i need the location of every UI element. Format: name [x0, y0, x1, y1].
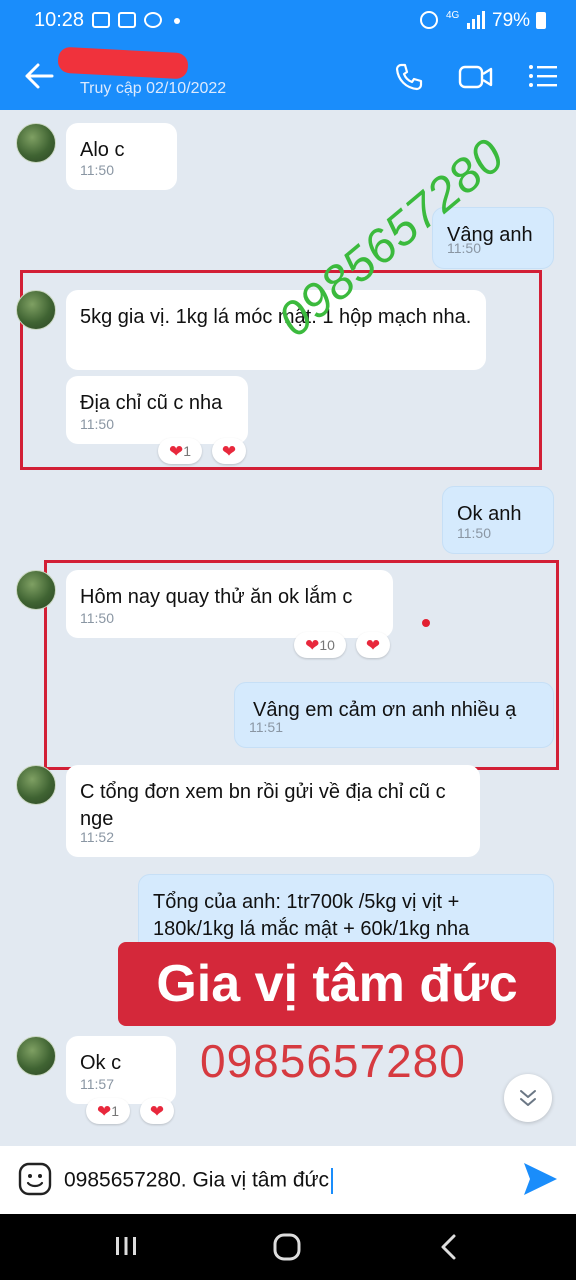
heart-icon: ❤	[365, 635, 381, 655]
menu-list-icon[interactable]	[528, 64, 558, 88]
message-text: Vâng em cảm ơn anh nhiều ạ	[253, 699, 517, 721]
recent-apps-icon[interactable]	[114, 1234, 138, 1258]
home-icon[interactable]	[272, 1232, 302, 1262]
reaction-count: 10	[319, 637, 335, 653]
system-nav-bar	[0, 1214, 576, 1280]
message-time: 11:50	[80, 162, 114, 178]
heart-icon: ❤	[168, 441, 184, 461]
message-time: 11:50	[447, 240, 481, 256]
message-time: 11:50	[80, 416, 114, 432]
reaction-summary[interactable]: ❤ 1	[86, 1098, 130, 1124]
message-text: Tổng của anh: 1tr700k /5kg vị vịt + 180k…	[153, 891, 470, 940]
send-icon[interactable]	[520, 1160, 560, 1198]
heart-icon: ❤	[149, 1101, 165, 1121]
message-input-value: 0985657280. Gia vị tâm đức	[64, 1168, 330, 1192]
message-time: 11:51	[249, 719, 283, 735]
battery-icon	[536, 12, 546, 29]
chat-header: Truy cập 02/10/2022	[0, 42, 576, 110]
message-time: 11:50	[80, 610, 114, 626]
message-bubble-incoming[interactable]: Alo c 11:50	[66, 123, 177, 190]
status-time: 10:28	[34, 9, 85, 31]
gallery-notification-icon	[92, 12, 110, 28]
heart-icon: ❤	[221, 441, 237, 461]
reaction-summary[interactable]: ❤ 1	[158, 438, 202, 464]
message-time: 11:52	[80, 829, 114, 845]
redacted-contact-name	[57, 46, 189, 80]
signal-icon	[467, 11, 485, 29]
double-chevron-down-icon	[520, 1090, 536, 1106]
alarm-icon	[420, 11, 438, 29]
news-notification-icon	[118, 12, 136, 28]
message-text: Hôm nay quay thử ăn ok lắm c	[80, 586, 353, 608]
message-composer: 0985657280. Gia vị tâm đức	[0, 1146, 576, 1214]
avatar[interactable]	[16, 765, 56, 805]
battery-level: 79%	[492, 10, 531, 31]
back-arrow-icon[interactable]	[24, 62, 54, 90]
message-bubble-incoming[interactable]: Ok c 11:57	[66, 1036, 176, 1104]
message-time: 11:57	[80, 1076, 114, 1092]
last-seen-text: Truy cập 02/10/2022	[80, 80, 227, 97]
back-nav-icon[interactable]	[438, 1233, 460, 1261]
avatar[interactable]	[16, 570, 56, 610]
message-text: C tổng đơn xem bn rồi gửi về địa chỉ cũ …	[80, 781, 446, 830]
message-bubble-outgoing[interactable]: Vâng em cảm ơn anh nhiều ạ 11:51	[234, 682, 554, 748]
react-button[interactable]: ❤	[212, 438, 246, 464]
status-bar: 10:28 4G 79%	[0, 0, 576, 42]
overlay-phone-number: 0985657280	[200, 1035, 466, 1087]
facebook-notification-icon	[144, 12, 162, 28]
heart-icon: ❤	[305, 635, 320, 655]
message-bubble-incoming[interactable]: Hôm nay quay thử ăn ok lắm c 11:50	[66, 570, 393, 638]
react-button[interactable]: ❤	[140, 1098, 174, 1124]
avatar[interactable]	[16, 290, 56, 330]
react-button[interactable]: ❤	[356, 632, 390, 658]
phone-call-icon[interactable]	[394, 62, 424, 92]
message-time: 11:50	[457, 525, 491, 541]
message-bubble-incoming[interactable]: C tổng đơn xem bn rồi gửi về địa chỉ cũ …	[66, 765, 480, 857]
message-input[interactable]: 0985657280. Gia vị tâm đức	[64, 1168, 334, 1194]
heart-icon: ❤	[96, 1101, 112, 1121]
reaction-count: 1	[111, 1103, 120, 1119]
promo-banner: Gia vị tâm đức	[118, 942, 556, 1026]
reaction-summary[interactable]: ❤ 10	[294, 632, 346, 658]
network-type: 4G	[446, 10, 460, 21]
text-cursor	[331, 1168, 334, 1194]
reaction-count: 1	[183, 443, 192, 459]
more-notifications-icon	[174, 18, 180, 24]
avatar[interactable]	[16, 123, 56, 163]
video-call-icon[interactable]	[458, 64, 494, 90]
red-dot-mark	[422, 619, 430, 627]
scroll-down-button[interactable]	[504, 1074, 552, 1122]
message-bubble-incoming[interactable]: Địa chỉ cũ c nha 11:50	[66, 376, 248, 444]
sticker-emoji-icon[interactable]	[18, 1162, 52, 1196]
message-bubble-outgoing[interactable]: Ok anh 11:50	[442, 486, 554, 554]
avatar[interactable]	[16, 1036, 56, 1076]
